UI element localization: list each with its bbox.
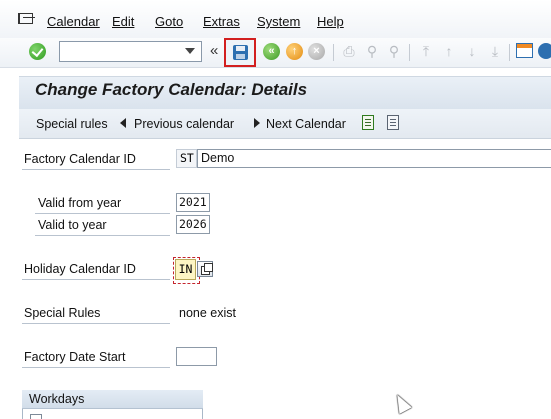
factory-calendar-id-field[interactable]: ST [176, 149, 197, 168]
menu-goto-label: Goto [155, 14, 184, 29]
find-next-icon[interactable]: ⚲ [386, 43, 402, 60]
valid-to-field[interactable]: 2026 [176, 215, 210, 234]
label-underline [22, 367, 170, 368]
enter-icon[interactable] [29, 43, 46, 60]
layout-icon[interactable] [516, 43, 533, 58]
menu-edit-label: Edit [112, 14, 135, 29]
menu-help[interactable]: Help [317, 14, 344, 29]
next-arrow-icon [254, 118, 260, 128]
valid-from-field[interactable]: 2021 [176, 193, 210, 212]
next-page-icon[interactable]: ↓ [464, 43, 480, 60]
document-icon[interactable] [362, 115, 374, 130]
workdays-group-title: Workdays [22, 390, 203, 409]
help-icon[interactable] [538, 43, 551, 59]
previous-arrow-icon [120, 118, 126, 128]
last-page-icon[interactable]: ⤓ [487, 43, 503, 60]
factory-date-start-field[interactable] [176, 347, 217, 366]
back-icon[interactable] [263, 43, 280, 60]
save-icon [233, 45, 248, 60]
label-underline [22, 279, 170, 280]
next-calendar-button[interactable]: Next Calendar [266, 117, 346, 131]
first-page-icon[interactable]: ⤒ [418, 43, 434, 60]
holiday-calendar-id-label: Holiday Calendar ID [24, 262, 136, 276]
menu-help-label: Help [317, 14, 344, 29]
menu-calendar-label: Calendar [47, 14, 100, 29]
exit-icon[interactable] [286, 43, 303, 60]
workday-checkbox[interactable] [30, 414, 42, 419]
find-icon[interactable]: ⚲ [364, 43, 380, 60]
menu-extras-label: Extras [203, 14, 240, 29]
special-rules-value: none exist [179, 306, 236, 320]
page-title: Change Factory Calendar: Details [35, 80, 308, 99]
menu-extras[interactable]: Extras [203, 14, 240, 29]
toolbar-separator [333, 44, 334, 61]
menu-edit[interactable]: Edit [112, 14, 134, 29]
save-button[interactable] [224, 38, 256, 67]
label-underline [22, 169, 170, 170]
toolbar-separator [509, 44, 510, 61]
label-underline [22, 323, 170, 324]
previous-page-icon[interactable]: ↑ [441, 43, 457, 60]
previous-calendar-button[interactable]: Previous calendar [134, 117, 234, 131]
label-underline [35, 213, 170, 214]
collapse-icon[interactable]: « [210, 42, 218, 59]
print-icon[interactable]: ⎙ [341, 43, 357, 60]
menu-system[interactable]: System [257, 14, 300, 29]
menu-calendar[interactable]: Calendar [47, 14, 100, 29]
holiday-calendar-id-field[interactable]: IN [173, 257, 200, 284]
toolbar-separator [409, 44, 410, 61]
factory-date-start-label: Factory Date Start [24, 350, 126, 364]
mouse-cursor-icon [391, 391, 412, 414]
special-rules-button[interactable]: Special rules [36, 117, 108, 131]
value-help-icon[interactable] [197, 261, 213, 277]
special-rules-label: Special Rules [24, 306, 101, 320]
valid-from-label: Valid from year [38, 196, 122, 210]
document-detail-icon[interactable] [387, 115, 399, 130]
command-dropdown-icon[interactable] [185, 48, 195, 54]
valid-to-label: Valid to year [38, 218, 107, 232]
cancel-icon[interactable] [308, 43, 325, 60]
menu-system-label: System [257, 14, 301, 29]
menu-app-icon[interactable] [18, 13, 35, 24]
factory-calendar-description-field[interactable]: Demo [197, 149, 551, 168]
label-underline [35, 235, 170, 236]
factory-calendar-id-label: Factory Calendar ID [24, 152, 136, 166]
menu-goto[interactable]: Goto [155, 14, 183, 29]
command-field[interactable] [59, 41, 202, 62]
